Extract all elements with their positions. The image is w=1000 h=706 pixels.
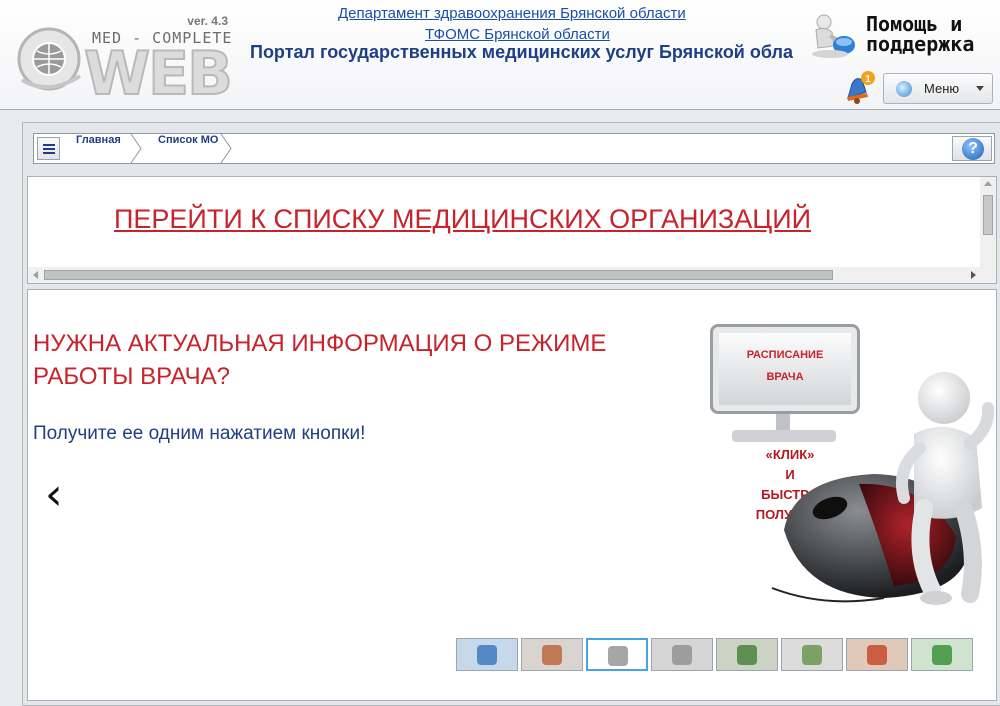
menu-label: Меню — [924, 81, 960, 96]
slide-subtitle: Получите ее одним нажатием кнопки! — [33, 423, 366, 444]
slide-thumbnail[interactable] — [651, 638, 713, 671]
menu-button[interactable]: Меню — [883, 73, 993, 104]
thumbnail-figure-icon — [867, 645, 887, 665]
help-label: Помощь и поддержка — [866, 14, 974, 54]
scroll-up-icon[interactable] — [984, 181, 992, 186]
vertical-scrollbar[interactable] — [980, 177, 996, 269]
horizontal-scrollbar[interactable] — [28, 267, 996, 283]
mo-list-panel: ПЕРЕЙТИ К СПИСКУ МЕДИЦИНСКИХ ОРГАНИЗАЦИЙ — [27, 176, 997, 284]
help-button[interactable]: ? — [952, 136, 992, 161]
notification-count-badge: 1 — [865, 74, 871, 85]
header: ver. 4.3 MED - COMPLETE WEB Департамент … — [0, 0, 1000, 110]
slide-thumbnail[interactable] — [781, 638, 843, 671]
mouse-figure-icon — [771, 372, 995, 605]
slide-thumbnail[interactable] — [716, 638, 778, 671]
content-frame: Главная Список МО ? ПЕРЕЙТИ К СПИСКУ МЕД… — [22, 122, 1000, 706]
slide-thumbnail[interactable] — [521, 638, 583, 671]
product-word-label: WEB — [83, 39, 234, 109]
hamburger-menu-button[interactable] — [37, 137, 60, 160]
portal-title: Портал государственных медицинских услуг… — [250, 42, 793, 62]
thumbnail-figure-icon — [932, 645, 952, 665]
globe-logo-icon — [17, 27, 82, 91]
thumbnail-figure-icon — [477, 645, 497, 665]
help-label-line2: поддержка — [866, 32, 975, 56]
info-carousel: НУЖНА АКТУАЛЬНАЯ ИНФОРМАЦИЯ О РЕЖИМЕ РАБ… — [27, 289, 997, 701]
slide-thumbnail[interactable] — [911, 638, 973, 671]
chevron-down-icon — [976, 86, 984, 91]
thumbnail-figure-icon — [542, 645, 562, 665]
slide-thumbnail[interactable] — [846, 638, 908, 671]
breadcrumb-separator-icon — [130, 134, 142, 163]
bell-icon: 1 — [847, 71, 875, 104]
dept-link[interactable]: Департамент здравоохранения Брянской обл… — [338, 5, 686, 22]
menu-drop-icon — [896, 81, 912, 97]
carousel-prev-button[interactable]: ‹ — [45, 473, 63, 517]
version-label: ver. 4.3 — [187, 14, 228, 28]
tfoms-link[interactable]: ТФОМС Брянской области — [425, 26, 610, 43]
help-icon: ? — [962, 138, 984, 160]
slide-title: НУЖНА АКТУАЛЬНАЯ ИНФОРМАЦИЯ О РЕЖИМЕ РАБ… — [33, 330, 607, 390]
slide-thumbnail[interactable] — [456, 638, 518, 671]
slide-thumbnail[interactable] — [586, 638, 648, 671]
scroll-right-icon[interactable] — [971, 271, 976, 279]
scrollbar-thumb[interactable] — [44, 270, 833, 280]
breadcrumb-separator-icon — [220, 134, 232, 163]
thumbnail-figure-icon — [672, 645, 692, 665]
doctor-schedule-illustration[interactable]: РАСПИСАНИЕ ВРАЧА «КЛИК» И БЫСТРО ПОЛУЧАЙ… — [708, 318, 996, 618]
logo[interactable]: ver. 4.3 MED - COMPLETE WEB — [14, 14, 236, 108]
breadcrumb-list-mo-label: Список МО — [158, 134, 219, 146]
thumbnail-figure-icon — [737, 645, 757, 665]
mo-list-link[interactable]: ПЕРЕЙТИ К СПИСКУ МЕДИЦИНСКИХ ОРГАНИЗАЦИЙ — [114, 204, 811, 235]
help-support-button[interactable]: Помощь и поддержка — [806, 10, 1000, 60]
help-label-line1: Помощь и — [866, 12, 963, 36]
thumbnail-figure-icon — [608, 646, 628, 666]
breadcrumb: Главная Список МО ? — [33, 133, 995, 164]
scrollbar-thumb[interactable] — [983, 195, 993, 235]
thumbnail-figure-icon — [802, 645, 822, 665]
notifications-bell[interactable]: 1 — [842, 70, 876, 104]
breadcrumb-home-label: Главная — [76, 134, 121, 146]
scroll-left-icon[interactable] — [33, 271, 38, 279]
support-figure-icon — [812, 14, 855, 58]
